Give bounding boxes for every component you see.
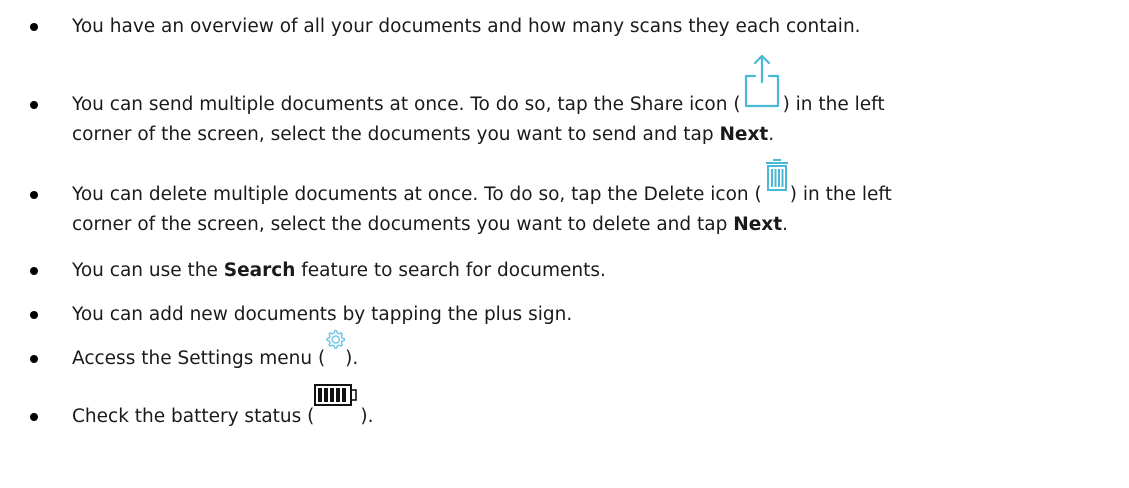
bullet-dot (30, 191, 38, 199)
delete-line-2: corner of the screen, select the documen… (72, 210, 1122, 240)
settings-text-before-icon: Access the Settings menu ( (72, 348, 326, 369)
share-icon (741, 54, 783, 110)
item-text: You can use the Search feature to search… (72, 256, 1122, 286)
settings-text-after-icon: ). (345, 348, 359, 369)
share-line-2: corner of the screen, select the documen… (72, 120, 1122, 150)
trash-icon (762, 159, 790, 200)
item-text: Check the battery status ( ). (72, 384, 1122, 432)
bullet-dot (30, 311, 38, 319)
search-text-before: You can use the (72, 260, 224, 281)
delete-line-1: You can delete multiple documents at onc… (72, 159, 1122, 210)
delete-instruction: corner of the screen, select the documen… (72, 214, 734, 235)
item-text: You can add new documents by tapping the… (72, 300, 1122, 330)
bullet-dot (30, 413, 38, 421)
battery-line: Check the battery status ( ). (72, 384, 1122, 432)
search-label: Search (223, 260, 296, 281)
period: . (782, 214, 788, 235)
share-line-1: You can send multiple documents at once.… (72, 54, 1122, 120)
delete-text-before-icon: You can delete multiple documents at onc… (72, 184, 762, 205)
share-instruction: corner of the screen, select the documen… (72, 124, 720, 145)
period: . (768, 124, 775, 145)
add-text: You can add new documents by tapping the… (72, 304, 573, 325)
bullet-dot (30, 101, 38, 109)
bullet-dot (30, 355, 38, 363)
item-text: You can send multiple documents at once.… (72, 54, 1122, 150)
settings-line: Access the Settings menu ( ). (72, 329, 1122, 374)
battery-text-before-icon: Check the battery status ( (72, 406, 315, 427)
next-label: Next (733, 214, 783, 235)
overview-text: You have an overview of all your documen… (72, 16, 861, 37)
gear-icon (325, 329, 346, 364)
item-text: You can delete multiple documents at onc… (72, 159, 1122, 240)
item-text: Access the Settings menu ( ). (72, 329, 1122, 374)
search-text-after: feature to search for documents. (295, 260, 606, 281)
battery-text-after-icon: ). (360, 406, 374, 427)
delete-text-after-icon: ) in the left (789, 184, 892, 205)
battery-icon (314, 384, 360, 422)
search-line: You can use the Search feature to search… (72, 256, 1122, 286)
bullet-dot (30, 23, 38, 31)
share-text-after-icon: ) in the left (782, 94, 885, 115)
share-text-before-icon: You can send multiple documents at once.… (72, 94, 741, 115)
next-label: Next (719, 124, 769, 145)
item-text: You have an overview of all your documen… (72, 12, 1122, 42)
bullet-dot (30, 267, 38, 275)
